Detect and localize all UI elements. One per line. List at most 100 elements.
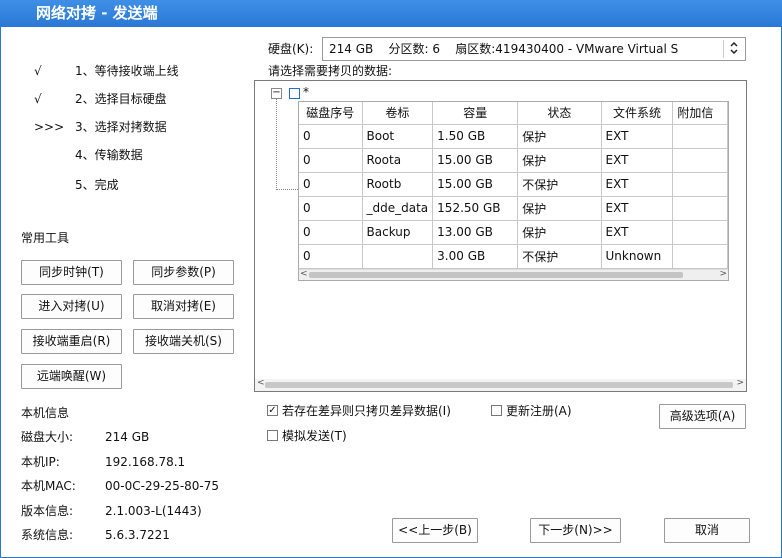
tools-heading: 常用工具: [21, 231, 70, 245]
update-registration-label: 更新注册(A): [506, 404, 572, 418]
cell-disk-index: 0: [299, 172, 363, 197]
column-header[interactable]: 文件系统: [601, 102, 674, 125]
tree-root-label: *: [303, 85, 309, 99]
info-value: 214 GB: [105, 430, 150, 444]
step-status-mark: √: [34, 92, 42, 106]
local-info-heading: 本机信息: [21, 406, 70, 420]
scrollbar-thumb[interactable]: [265, 382, 733, 388]
cell-extra: [672, 172, 728, 197]
table-row[interactable]: 0 Rootb 15.00 GB 不保护 EXT: [299, 172, 728, 197]
scroll-right-icon[interactable]: >: [719, 269, 727, 279]
cell-extra: [672, 220, 728, 245]
scroll-right-icon[interactable]: >: [736, 378, 744, 388]
cell-volume-label: [362, 244, 434, 269]
scroll-left-icon[interactable]: <: [257, 378, 265, 388]
column-header[interactable]: 磁盘序号: [299, 102, 363, 125]
disk-select-value: 214 GB 分区数: 6 扇区数:419430400 - VMware Vir…: [329, 42, 679, 56]
remote-wake-button[interactable]: 远端唤醒(W): [21, 364, 122, 389]
cell-filesystem: Unknown: [601, 244, 674, 269]
next-step-button[interactable]: 下一步(N)>>: [530, 518, 621, 543]
updown-arrow-icon: [723, 40, 743, 58]
cell-filesystem: EXT: [601, 196, 674, 221]
checkbox-box: [491, 405, 502, 416]
diff-copy-label: 若存在差异则只拷贝差异数据(I): [282, 404, 451, 418]
cell-status: 保护: [517, 124, 602, 149]
tree-connector: [276, 189, 298, 190]
cancel-button[interactable]: 取消: [664, 518, 750, 543]
column-header[interactable]: 容量: [432, 102, 519, 125]
table-row[interactable]: 0 3.00 GB 不保护 Unknown: [299, 244, 728, 269]
step-status-mark: >>>: [34, 120, 65, 134]
receiver-restart-button[interactable]: 接收端重启(R): [21, 329, 122, 354]
step-label: 2、选择目标硬盘: [75, 92, 167, 106]
cell-status: 保护: [517, 220, 602, 245]
advanced-options-button[interactable]: 高级选项(A): [659, 404, 746, 429]
scrollbar-thumb[interactable]: [309, 272, 683, 278]
info-value: 00-0C-29-25-80-75: [105, 479, 220, 493]
cancel-copy-button[interactable]: 取消对拷(E): [133, 294, 234, 319]
table-row[interactable]: 0 Roota 15.00 GB 保护 EXT: [299, 148, 728, 173]
sync-params-button[interactable]: 同步参数(P): [133, 260, 234, 285]
column-header[interactable]: 卷标: [362, 102, 434, 125]
cell-status: 不保护: [517, 172, 602, 197]
step-label: 3、选择对拷数据: [75, 120, 167, 134]
info-key: 本机IP:: [21, 455, 60, 469]
table-row[interactable]: 0 Boot 1.50 GB 保护 EXT: [299, 124, 728, 149]
cell-capacity: 3.00 GB: [432, 244, 519, 269]
cell-filesystem: EXT: [601, 220, 674, 245]
cell-disk-index: 0: [299, 244, 363, 269]
table-row[interactable]: 0 _dde_data 152.50 GB 保护 EXT: [299, 196, 728, 221]
cell-disk-index: 0: [299, 148, 363, 173]
cell-capacity: 15.00 GB: [432, 172, 519, 197]
table-horizontal-scrollbar[interactable]: < >: [299, 269, 728, 280]
scroll-left-icon[interactable]: <: [300, 269, 308, 279]
column-header[interactable]: 状态: [517, 102, 602, 125]
panel-horizontal-scrollbar[interactable]: < >: [255, 378, 746, 391]
step-label: 4、传输数据: [75, 148, 143, 162]
info-value: 192.168.78.1: [105, 455, 186, 469]
cell-disk-index: 0: [299, 220, 363, 245]
cell-disk-index: 0: [299, 196, 363, 221]
sync-clock-button[interactable]: 同步时钟(T): [21, 260, 122, 285]
simulate-send-label: 模拟发送(T): [282, 429, 347, 443]
cell-extra: [672, 148, 728, 173]
disk-label: 硬盘(K):: [268, 42, 314, 56]
checkbox-box: [267, 430, 278, 441]
cell-filesystem: EXT: [601, 148, 674, 173]
cell-status: 不保护: [517, 244, 602, 269]
prev-step-button[interactable]: <<上一步(B): [392, 518, 478, 543]
info-key: 磁盘大小:: [21, 430, 74, 444]
cell-volume-label: Roota: [362, 148, 434, 173]
table-row[interactable]: 0 Backup 13.00 GB 保护 EXT: [299, 220, 728, 245]
cell-volume-label: Backup: [362, 220, 434, 245]
enter-copy-button[interactable]: 进入对拷(U): [21, 294, 122, 319]
step-status-mark: √: [34, 64, 42, 78]
info-key: 本机MAC:: [21, 479, 76, 493]
cell-status: 保护: [517, 196, 602, 221]
partition-table[interactable]: 磁盘序号 卷标 容量 状态 文件系统 附加信 0 Boot 1.50 GB 保护…: [298, 101, 729, 281]
cell-filesystem: EXT: [601, 124, 674, 149]
data-tree-panel[interactable]: − * 磁盘序号 卷标 容量 状态 文件系统 附加信 0 Boot 1.50 G…: [254, 80, 747, 392]
cell-volume-label: Boot: [362, 124, 434, 149]
cell-capacity: 1.50 GB: [432, 124, 519, 149]
cell-capacity: 15.00 GB: [432, 148, 519, 173]
tree-connector: [276, 99, 277, 190]
receiver-shutdown-button[interactable]: 接收端关机(S): [133, 329, 234, 354]
cell-capacity: 13.00 GB: [432, 220, 519, 245]
select-data-prompt: 请选择需要拷贝的数据:: [268, 64, 393, 78]
table-header-row: 磁盘序号 卷标 容量 状态 文件系统 附加信: [299, 102, 728, 125]
cell-volume-label: _dde_data: [362, 196, 434, 221]
disk-select[interactable]: 214 GB 分区数: 6 扇区数:419430400 - VMware Vir…: [322, 37, 746, 61]
root-checkbox[interactable]: [289, 88, 300, 99]
info-value: 2.1.003-L(1443): [105, 504, 202, 518]
info-value: 5.6.3.7221: [105, 528, 170, 542]
cell-extra: [672, 124, 728, 149]
cell-disk-index: 0: [299, 124, 363, 149]
check-icon: ✓: [267, 405, 278, 416]
cell-volume-label: Rootb: [362, 172, 434, 197]
column-header[interactable]: 附加信: [672, 102, 728, 125]
collapse-icon[interactable]: −: [271, 88, 282, 99]
cell-extra: [672, 196, 728, 221]
step-label: 5、完成: [75, 178, 119, 192]
cell-capacity: 152.50 GB: [432, 196, 519, 221]
